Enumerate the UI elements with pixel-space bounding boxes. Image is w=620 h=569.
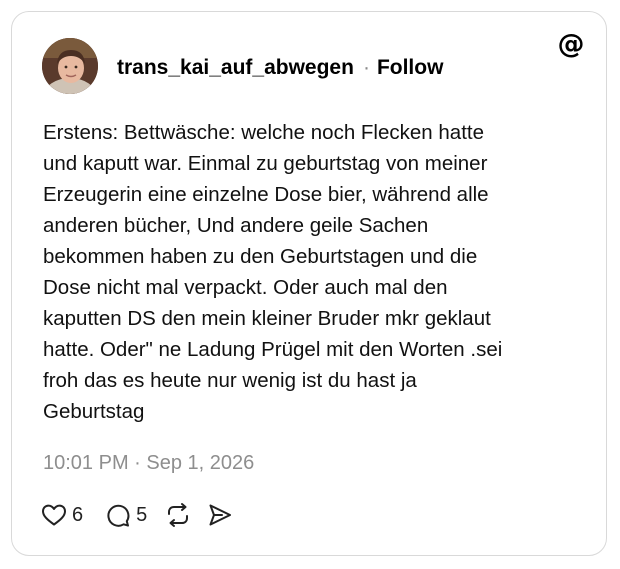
username-link[interactable]: trans_kai_auf_abwegen (117, 56, 354, 80)
reply-button[interactable]: 5 (105, 502, 147, 528)
like-button[interactable]: 6 (41, 503, 83, 527)
action-bar: 6 5 (41, 500, 233, 530)
threads-logo-icon[interactable]: @ (557, 29, 585, 60)
svg-text:@: @ (558, 30, 585, 58)
post-timestamp[interactable]: 10:01 PM · Sep 1, 2026 (43, 452, 254, 475)
post-text: Erstens: Bettwäsche: welche noch Flecken… (43, 121, 503, 423)
avatar[interactable] (42, 38, 98, 94)
speech-bubble-icon (105, 502, 131, 528)
post-header: trans_kai_auf_abwegen · Follow (117, 54, 443, 82)
reply-count: 5 (136, 503, 148, 526)
send-icon (207, 502, 233, 528)
header-separator: · (362, 56, 370, 79)
repost-icon (165, 502, 191, 528)
share-button[interactable] (207, 502, 233, 528)
follow-button[interactable]: Follow (377, 56, 444, 80)
like-count: 6 (72, 503, 84, 526)
repost-button[interactable] (165, 502, 191, 528)
heart-icon (41, 503, 67, 527)
